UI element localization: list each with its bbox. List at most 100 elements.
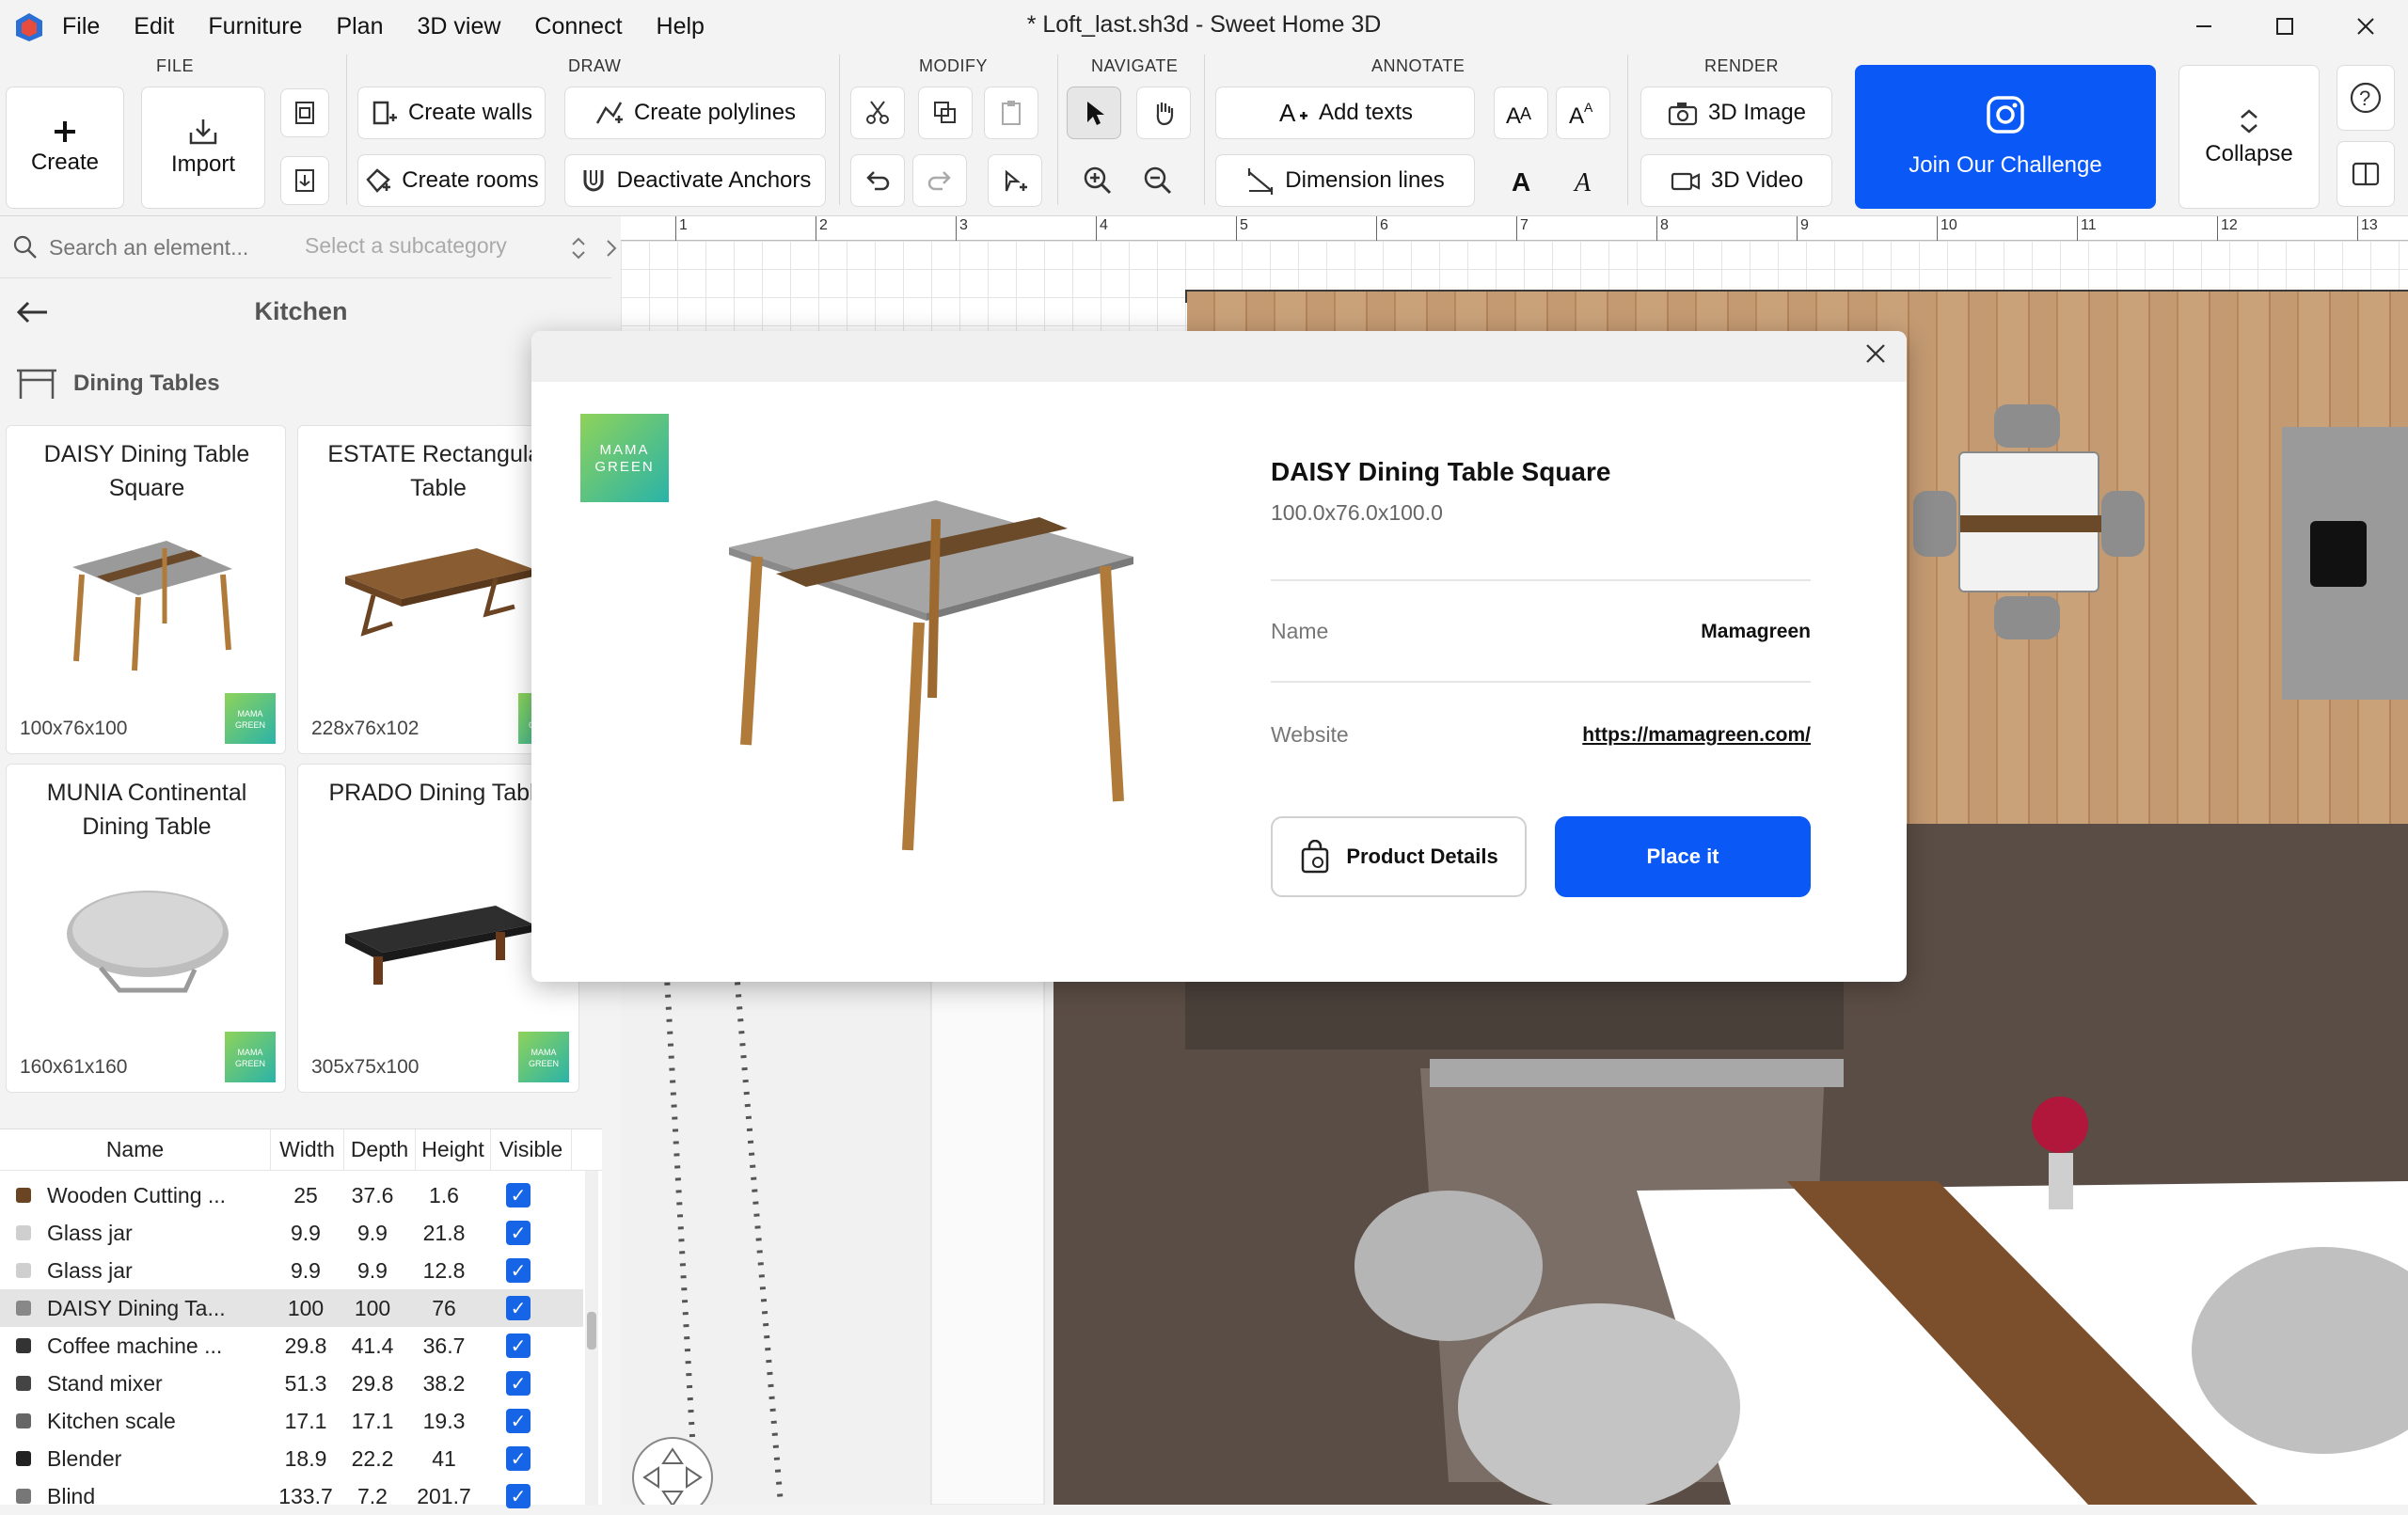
add-text-icon: A <box>1277 99 1309 127</box>
svg-text:A: A <box>1520 104 1531 123</box>
plan-dining-table[interactable] <box>1958 451 2101 592</box>
table-scrollbar[interactable] <box>585 1171 598 1506</box>
pan-mode-button[interactable] <box>1136 87 1191 139</box>
open-file-button[interactable] <box>280 88 329 137</box>
table-row[interactable]: Wooden Cutting ... 25 37.6 1.6 ✓ <box>0 1176 583 1214</box>
menu-file[interactable]: File <box>62 13 100 40</box>
3d-image-button[interactable]: 3D Image <box>1640 87 1832 139</box>
join-challenge-button[interactable]: Join Our Challenge <box>1855 65 2156 209</box>
collapse-ribbon-button[interactable]: Collapse <box>2178 65 2320 209</box>
separator <box>839 55 840 205</box>
table-row[interactable]: Kitchen scale 17.1 17.1 19.3 ✓ <box>0 1402 583 1440</box>
undo-button[interactable] <box>850 154 905 207</box>
visible-checkbox[interactable]: ✓ <box>482 1409 555 1433</box>
search-input[interactable] <box>47 231 273 263</box>
row-name: Coffee machine ... <box>47 1333 223 1358</box>
room-icon <box>364 166 392 195</box>
minimize-button[interactable] <box>2163 0 2244 53</box>
product-details-button[interactable]: Product Details <box>1271 816 1527 897</box>
zoom-in-button[interactable] <box>1072 154 1123 207</box>
row-name: Blender <box>47 1445 122 1471</box>
dimension-lines-button[interactable]: Dimension lines <box>1215 154 1475 207</box>
plan-chair[interactable] <box>1994 404 2060 448</box>
table-row[interactable]: Blind 133.7 7.2 201.7 ✓ <box>0 1477 583 1515</box>
column-header-visible[interactable]: Visible <box>491 1129 572 1170</box>
plan-cooktop <box>2310 521 2367 587</box>
menu-edit[interactable]: Edit <box>134 13 174 40</box>
create-rooms-button[interactable]: Create rooms <box>357 154 546 207</box>
svg-text:A: A <box>1573 168 1592 195</box>
menu-help[interactable]: Help <box>657 13 705 40</box>
visible-checkbox[interactable]: ✓ <box>482 1371 555 1396</box>
add-texts-button[interactable]: A Add texts <box>1215 87 1475 139</box>
cut-button[interactable] <box>850 87 905 139</box>
table-row[interactable]: DAISY Dining Ta... 100 100 76 ✓ <box>0 1289 583 1327</box>
navigation-control-icon[interactable] <box>630 1435 715 1505</box>
italic-text-button[interactable]: A <box>1556 154 1610 207</box>
visible-checkbox[interactable]: ✓ <box>482 1258 555 1283</box>
row-depth: 41.4 <box>351 1333 394 1358</box>
visible-checkbox[interactable]: ✓ <box>482 1221 555 1245</box>
visible-checkbox[interactable]: ✓ <box>482 1334 555 1358</box>
dialog-header <box>531 331 1907 382</box>
select-mode-button[interactable] <box>1067 87 1121 139</box>
menu-plan[interactable]: Plan <box>336 13 383 40</box>
add-point-button[interactable] <box>988 154 1042 207</box>
visible-checkbox[interactable]: ✓ <box>482 1446 555 1471</box>
table-row[interactable]: Blender 18.9 22.2 41 ✓ <box>0 1440 583 1477</box>
visible-checkbox[interactable]: ✓ <box>482 1296 555 1320</box>
increase-text-size-button[interactable]: AA <box>1494 87 1548 139</box>
redo-button[interactable] <box>912 154 967 207</box>
visible-checkbox[interactable]: ✓ <box>482 1183 555 1207</box>
column-header-name[interactable]: Name <box>0 1129 271 1170</box>
plan-chair[interactable] <box>1994 596 2060 639</box>
name-value: Mamagreen <box>1701 621 1811 642</box>
help-button[interactable]: ? <box>2337 65 2395 131</box>
import-button[interactable]: Import <box>141 87 265 209</box>
3d-video-button[interactable]: 3D Video <box>1640 154 1832 207</box>
split-view-button[interactable] <box>2337 141 2395 207</box>
close-dialog-button[interactable] <box>1861 342 1890 371</box>
menu-connect[interactable]: Connect <box>534 13 622 40</box>
maximize-button[interactable] <box>2244 0 2325 53</box>
table-row[interactable]: Glass jar 9.9 9.9 21.8 ✓ <box>0 1214 583 1252</box>
table-row[interactable]: Coffee machine ... 29.8 41.4 36.7 ✓ <box>0 1327 583 1365</box>
website-link[interactable]: https://mamagreen.com/ <box>1582 724 1811 747</box>
checkmark-icon: ✓ <box>506 1296 531 1320</box>
copy-button[interactable] <box>918 87 973 139</box>
menu-3d-view[interactable]: 3D view <box>417 13 500 40</box>
decrease-text-size-button[interactable]: AA <box>1556 87 1610 139</box>
visible-checkbox[interactable]: ✓ <box>482 1484 555 1508</box>
menu-furniture[interactable]: Furniture <box>208 13 302 40</box>
create-button[interactable]: Create <box>6 87 124 209</box>
catalog-card-munia[interactable]: MUNIA Continental Dining Table 160x61x16… <box>6 764 286 1093</box>
place-it-button[interactable]: Place it <box>1555 816 1811 897</box>
paste-button[interactable] <box>984 87 1038 139</box>
zoom-out-button[interactable] <box>1133 154 1183 207</box>
create-walls-button[interactable]: Create walls <box>357 87 546 139</box>
separator <box>1204 55 1205 205</box>
column-header-width[interactable]: Width <box>271 1129 344 1170</box>
panel-collapse-icon[interactable] <box>606 239 617 258</box>
create-polylines-button[interactable]: Create polylines <box>564 87 826 139</box>
add-point-icon <box>1005 169 1027 192</box>
plan-chair[interactable] <box>2101 491 2145 557</box>
plan-kitchen-island[interactable] <box>2282 427 2408 700</box>
save-file-button[interactable] <box>280 156 329 205</box>
catalog-card-daisy[interactable]: DAISY Dining Table Square 100x76x100 MAM… <box>6 425 286 754</box>
bold-text-button[interactable]: A <box>1494 154 1548 207</box>
close-window-button[interactable] <box>2325 0 2406 53</box>
column-header-height[interactable]: Height <box>416 1129 491 1170</box>
row-width: 9.9 <box>291 1220 321 1245</box>
scrollbar-thumb[interactable] <box>587 1312 596 1349</box>
checkmark-icon: ✓ <box>506 1371 531 1396</box>
deactivate-anchors-button[interactable]: Deactivate Anchors <box>564 154 826 207</box>
table-row[interactable]: Glass jar 9.9 9.9 12.8 ✓ <box>0 1252 583 1289</box>
subcategory-select[interactable]: Select a subcategory <box>305 233 507 259</box>
plan-chair[interactable] <box>1913 491 1956 557</box>
column-header-depth[interactable]: Depth <box>344 1129 416 1170</box>
select-arrows-icon[interactable] <box>570 235 587 261</box>
row-height: 19.3 <box>422 1408 466 1433</box>
undo-icon <box>866 171 890 191</box>
table-row[interactable]: Stand mixer 51.3 29.8 38.2 ✓ <box>0 1365 583 1402</box>
